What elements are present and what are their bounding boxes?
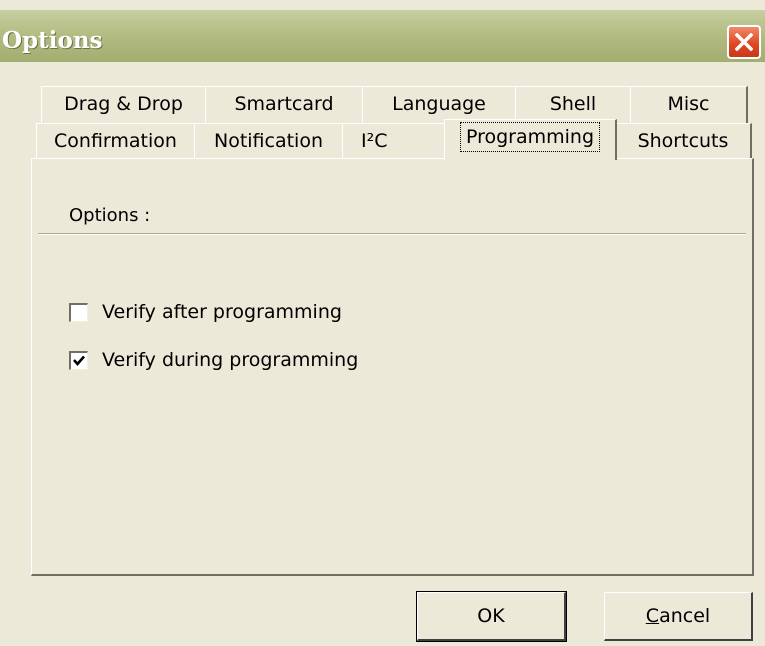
tab-label: Language bbox=[392, 93, 486, 115]
verify-after-checkbox[interactable] bbox=[69, 302, 88, 322]
tab-label: I²C bbox=[361, 130, 388, 152]
tab-misc[interactable]: Misc bbox=[630, 86, 748, 124]
verify-during-checkbox[interactable] bbox=[69, 350, 88, 370]
tab-label: Misc bbox=[667, 93, 710, 115]
tab-notification[interactable]: Notification bbox=[194, 123, 344, 159]
tab-label: Programming bbox=[459, 122, 601, 152]
cancel-mnemonic: C bbox=[645, 605, 660, 627]
tab-label: Smartcard bbox=[234, 93, 334, 115]
tab-i2c[interactable]: I²C bbox=[342, 123, 448, 159]
tab-label: Notification bbox=[213, 130, 324, 152]
checkmark-icon bbox=[73, 355, 85, 366]
tab-label: Confirmation bbox=[54, 130, 177, 152]
title-bar[interactable]: Options bbox=[0, 10, 765, 62]
close-icon bbox=[735, 33, 753, 51]
tab-smartcard[interactable]: Smartcard bbox=[205, 86, 364, 124]
verify-after-label[interactable]: Verify after programming bbox=[102, 301, 342, 323]
window-title: Options bbox=[2, 27, 103, 54]
tab-shortcuts[interactable]: Shortcuts bbox=[615, 123, 752, 159]
cancel-button[interactable]: Cancel bbox=[604, 592, 753, 641]
verify-after-programming-option[interactable]: Verify after programming bbox=[69, 300, 342, 324]
ok-label: OK bbox=[477, 605, 505, 627]
options-group-label: Options : bbox=[69, 205, 151, 226]
tab-label: Drag & Drop bbox=[64, 93, 183, 115]
ok-button[interactable]: OK bbox=[416, 591, 567, 642]
options-dialog: Options Drag & Drop Smartcard Language S… bbox=[0, 0, 765, 646]
programming-tab-panel: Options : Verify after programming Verif… bbox=[31, 158, 754, 576]
verify-during-programming-option[interactable]: Verify during programming bbox=[69, 348, 358, 372]
tab-confirmation[interactable]: Confirmation bbox=[36, 123, 196, 159]
tab-label: Shell bbox=[549, 93, 597, 115]
close-button[interactable] bbox=[727, 25, 761, 59]
verify-during-label[interactable]: Verify during programming bbox=[102, 349, 358, 371]
group-divider bbox=[38, 233, 746, 235]
tab-programming[interactable]: Programming bbox=[444, 119, 617, 160]
tab-label: Shortcuts bbox=[637, 130, 729, 152]
tab-drag-drop[interactable]: Drag & Drop bbox=[41, 86, 207, 124]
cancel-label: ancel bbox=[659, 605, 711, 627]
